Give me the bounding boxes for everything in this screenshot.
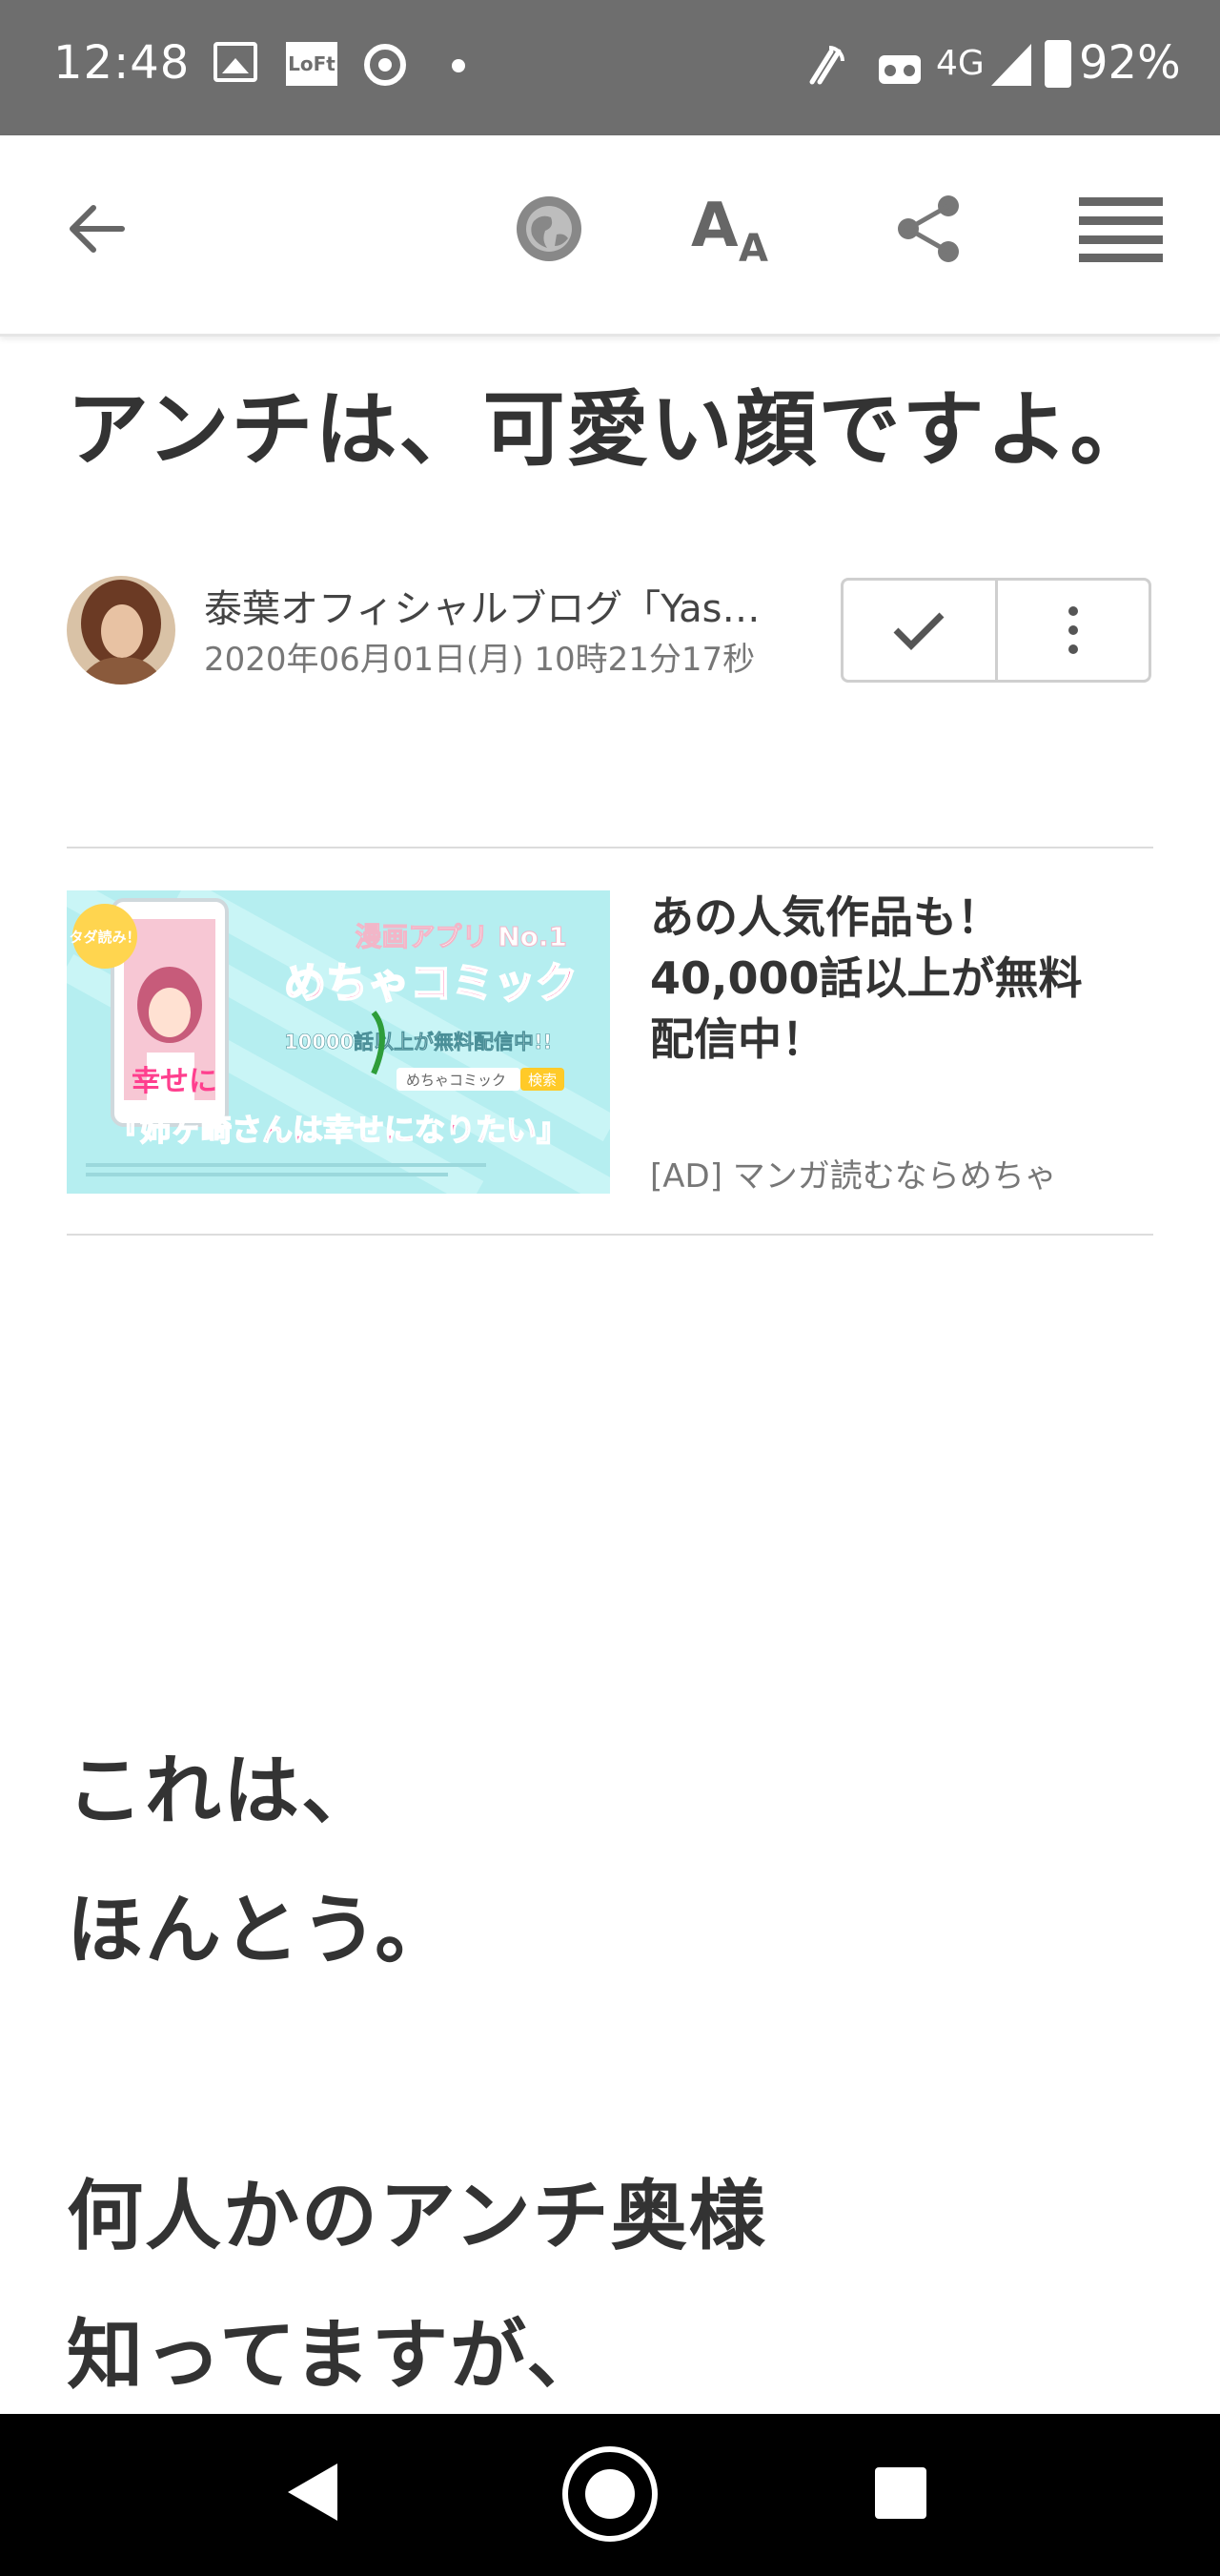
ad-vertical-text: 幸せに — [132, 1065, 217, 1098]
body-line: ほんとう。 — [67, 1886, 454, 1974]
follow-check-button[interactable] — [844, 581, 995, 680]
more-options-button[interactable] — [994, 581, 1149, 680]
ad-title-line: 40,000話以上が無料 — [650, 952, 1083, 1004]
nav-back-icon[interactable] — [288, 2464, 337, 2521]
author-name[interactable]: 泰葉オフィシャルブログ「Yas… — [204, 578, 795, 633]
translate-button[interactable] — [501, 181, 597, 276]
back-button[interactable] — [48, 181, 143, 276]
avatar-image — [67, 576, 175, 685]
text-size-icon: A A — [691, 193, 768, 265]
battery-icon — [1045, 40, 1071, 88]
ad-book-title: 『姉ヶ崎さんは幸せになりたい』 — [110, 1112, 567, 1148]
status-time: 12:48 — [53, 36, 191, 90]
gallery-notification-icon — [214, 42, 257, 82]
ad-title[interactable]: あの人気作品も！ 40,000話以上が無料 配信中！ — [650, 887, 1165, 1070]
nav-home-icon[interactable] — [562, 2446, 658, 2542]
ad-banner-graphic: タダ読み！ 幸せに 漫画アプリ No.1 めちゃコミック 10000話以上が無料… — [67, 890, 610, 1194]
svg-text:A: A — [739, 227, 768, 265]
status-bar: 12:48 LoFt 4G 92% — [0, 0, 1220, 135]
nfc-icon — [809, 46, 844, 85]
app-toolbar — [0, 135, 1220, 337]
article-title: アンチは、可愛い顔ですよ。 — [67, 382, 1154, 478]
ad-top-divider — [67, 847, 1153, 848]
body-line: 知ってますが、 — [67, 2311, 605, 2400]
signal-icon — [991, 44, 1031, 86]
body-line: 何人かのアンチ奥様 — [67, 2172, 767, 2260]
ad-title-line: 配信中！ — [650, 1013, 825, 1065]
svg-text:A: A — [691, 193, 739, 261]
chrome-notification-icon — [364, 44, 406, 86]
loft-notification-icon: LoFt — [286, 42, 337, 86]
more-notifications-dot-icon — [452, 59, 465, 72]
share-button[interactable] — [881, 181, 976, 276]
share-icon — [898, 195, 959, 262]
more-vert-icon — [1068, 606, 1078, 654]
nav-recents-icon[interactable] — [875, 2467, 926, 2519]
ad-search-button: 検索 — [528, 1072, 557, 1089]
author-avatar[interactable] — [67, 576, 175, 685]
back-arrow-icon — [70, 205, 125, 253]
ad-sponsor-label[interactable]: [AD] マンガ読むならめちゃ — [650, 1150, 1057, 1196]
network-type: 4G — [936, 44, 985, 83]
text-size-button[interactable]: A A — [686, 181, 782, 276]
vpn-key-icon — [879, 55, 921, 84]
post-date: 2020年06月01日(月) 10時21分17秒 — [204, 641, 756, 679]
battery-percent: 92% — [1079, 36, 1181, 90]
ad-count-text: 10000話以上が無料配信中!! — [284, 1031, 552, 1053]
ad-badge-text: タダ読み！ — [69, 929, 140, 946]
menu-icon — [1079, 197, 1163, 262]
ad-brand: めちゃコミック — [284, 959, 578, 1008]
body-line: これは、 — [67, 1747, 379, 1835]
ad-image[interactable]: タダ読み！ 幸せに 漫画アプリ No.1 めちゃコミック 10000話以上が無料… — [67, 890, 610, 1194]
ad-search-box: めちゃコミック — [406, 1072, 506, 1089]
ad-bottom-divider — [67, 1234, 1153, 1236]
globe-icon — [517, 196, 581, 261]
ad-title-line: あの人気作品も！ — [650, 891, 1001, 943]
check-icon — [893, 612, 945, 650]
menu-button[interactable] — [1073, 181, 1169, 276]
follow-button-group — [841, 578, 1151, 683]
ad-headline: 漫画アプリ No.1 — [355, 921, 567, 952]
